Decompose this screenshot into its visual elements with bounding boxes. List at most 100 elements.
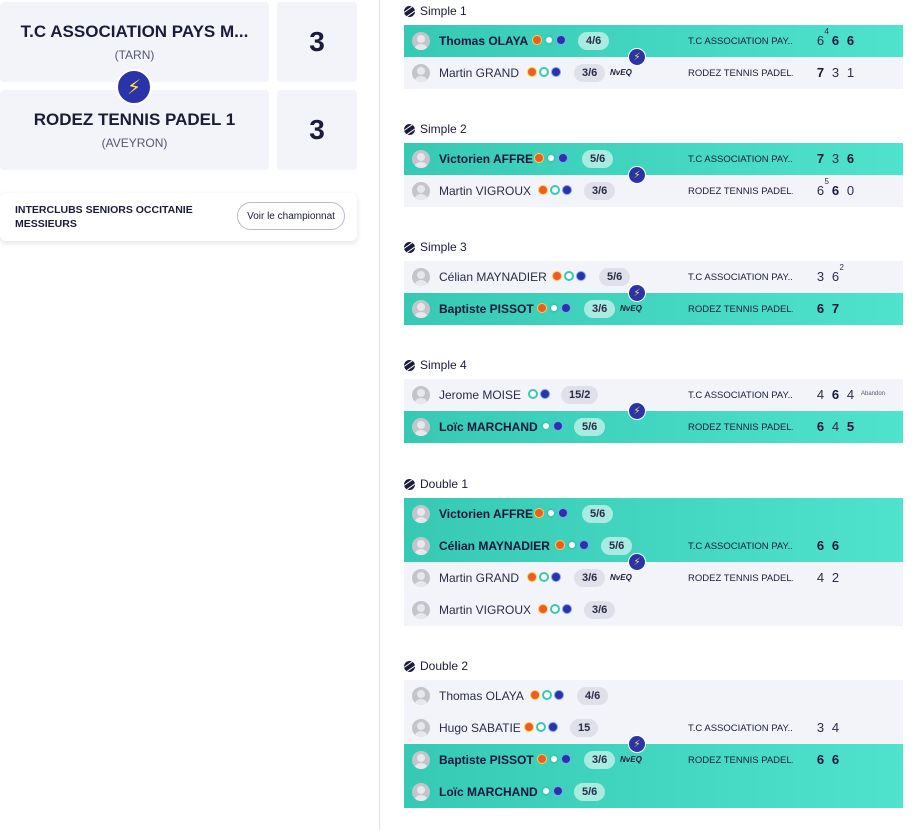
match-simple-3[interactable]: Célian MAYNADIER 5/6 T.C ASSOCIATION PAY… [404, 261, 903, 325]
avatar-icon [412, 300, 430, 318]
fire-icon [527, 67, 537, 77]
player-row[interactable]: Martin GRAND 3/6 NvEQ RODEZ TENNIS PADEL… [404, 57, 903, 89]
match-double-1[interactable]: Victorien AFFRE 5/6 Célian MAYNADIER 5/6… [404, 498, 903, 626]
dot-icon [546, 508, 556, 518]
globe-icon [540, 389, 550, 399]
player-row[interactable]: Hugo SABATIE 15 T.C ASSOCIATION PAY... 3… [404, 712, 903, 744]
player-row[interactable]: Victorien AFFRE 5/6 T.C ASSOCIATION PAY.… [404, 143, 903, 175]
player-name[interactable]: Martin VIGROUX [439, 184, 531, 198]
lightning-icon: ⚡ [628, 166, 646, 184]
globe-icon [558, 153, 568, 163]
match-double-2[interactable]: Thomas OLAYA 4/6 Hugo SABATIE 15 T.C ASS… [404, 680, 903, 808]
globe-icon [561, 303, 571, 313]
club-name: RODEZ TENNIS PADEL... [688, 755, 793, 766]
player-row[interactable]: Martin GRAND 3/6 NvEQ RODEZ TENNIS PADEL… [404, 562, 903, 594]
club-name: RODEZ TENNIS PADEL... [688, 304, 793, 315]
match-title-double-2: Double 2 [404, 658, 468, 674]
set-score: 7 [816, 65, 825, 80]
player-row[interactable]: Baptiste PISSOT 3/6 NvEQ RODEZ TENNIS PA… [404, 744, 903, 776]
set-score: 6 [831, 183, 840, 198]
home-team-name: T.C ASSOCIATION PAYS M... [20, 22, 249, 41]
globe-icon [551, 67, 561, 77]
player-name[interactable]: Thomas OLAYA [439, 34, 528, 48]
lightning-icon: ⚡ [628, 48, 646, 66]
nveq-label: NvEQ [620, 755, 642, 764]
player-row[interactable]: Victorien AFFRE 5/6 [404, 498, 903, 530]
dot-icon [544, 35, 554, 45]
dot-icon [546, 153, 556, 163]
championship-card: INTERCLUBS SENIORS OCCITANIE MESSIEURS V… [0, 193, 357, 241]
fire-icon [532, 35, 542, 45]
player-name[interactable]: Célian MAYNADIER [439, 270, 547, 284]
player-name[interactable]: Martin VIGROUX [439, 603, 531, 617]
match-title-text: Simple 4 [420, 358, 467, 372]
player-name[interactable]: Jerome MOISE [439, 388, 521, 402]
set-score: 6 [831, 752, 840, 767]
rank-badge: 5/6 [582, 505, 614, 523]
player-name[interactable]: Loïc MARCHAND [439, 785, 538, 799]
away-team-region: (AVEYRON) [101, 136, 168, 150]
player-row[interactable]: Célian MAYNADIER 5/6 T.C ASSOCIATION PAY… [404, 261, 903, 293]
dot-icon [541, 421, 551, 431]
avatar-icon [412, 386, 430, 404]
player-badges [552, 271, 586, 281]
club-name: T.C ASSOCIATION PAY... [688, 541, 793, 552]
player-name[interactable]: Baptiste PISSOT [439, 302, 534, 316]
view-championship-button[interactable]: Voir le championnat [237, 202, 345, 230]
match-simple-2[interactable]: Victorien AFFRE 5/6 T.C ASSOCIATION PAY.… [404, 143, 903, 207]
player-badges [541, 786, 563, 796]
fire-icon [552, 271, 562, 281]
avatar-icon [412, 783, 430, 801]
player-row[interactable]: Baptiste PISSOT 3/6 NvEQ RODEZ TENNIS PA… [404, 293, 903, 325]
player-row[interactable]: Loïc MARCHAND 5/6 RODEZ TENNIS PADEL... … [404, 411, 903, 443]
match-title-double-1: Double 1 [404, 476, 468, 492]
player-name[interactable]: Thomas OLAYA [439, 689, 524, 703]
player-name[interactable]: Victorien AFFRE [439, 507, 533, 521]
match-simple-1[interactable]: Thomas OLAYA 4/6 T.C ASSOCIATION PAY... … [404, 25, 903, 89]
player-badges [555, 540, 589, 550]
player-row[interactable]: Thomas OLAYA 4/6 [404, 680, 903, 712]
player-badges [528, 389, 550, 399]
set-score: 4 [816, 387, 825, 402]
player-name[interactable]: Martin GRAND [439, 66, 519, 80]
set-score: 6 [816, 538, 825, 553]
avatar-icon [412, 751, 430, 769]
player-badges [541, 421, 563, 431]
player-name[interactable]: Loïc MARCHAND [439, 420, 538, 434]
match-simple-4[interactable]: Jerome MOISE 15/2 T.C ASSOCIATION PAY...… [404, 379, 903, 443]
player-row[interactable]: Jerome MOISE 15/2 T.C ASSOCIATION PAY...… [404, 379, 903, 411]
player-name[interactable]: Hugo SABATIE [439, 721, 521, 735]
set-scores: 4 2 [816, 570, 840, 585]
player-name[interactable]: Martin GRAND [439, 571, 519, 585]
player-name[interactable]: Célian MAYNADIER [439, 539, 550, 553]
set-score: 6 [846, 33, 855, 48]
club-name: T.C ASSOCIATION PAY... [688, 390, 793, 401]
fire-icon [527, 572, 537, 582]
rank-badge: 15 [570, 719, 599, 737]
player-row[interactable]: Loïc MARCHAND 5/6 [404, 776, 903, 808]
player-name[interactable]: Victorien AFFRE [439, 152, 533, 166]
globe-icon [579, 540, 589, 550]
rank-badge: 3/6 [584, 182, 616, 200]
set-scores: 6 6 [816, 538, 840, 553]
avatar-icon [412, 569, 430, 587]
player-row[interactable]: Martin VIGROUX 3/6 RODEZ TENNIS PADEL...… [404, 175, 903, 207]
championship-label: INTERCLUBS SENIORS OCCITANIE MESSIEURS [15, 203, 215, 231]
dot-icon [541, 786, 551, 796]
rank-badge: 4/6 [577, 687, 609, 705]
club-name: T.C ASSOCIATION PAY... [688, 272, 793, 283]
tiebreak-score: 2 [839, 263, 844, 272]
set-scores: 64 6 6 [816, 27, 855, 48]
dot-icon [550, 185, 560, 195]
player-row[interactable]: Martin VIGROUX 3/6 [404, 594, 903, 626]
tennis-ball-icon [404, 359, 415, 371]
player-badges [527, 572, 561, 582]
set-score: 5 [846, 419, 855, 434]
set-score: 3 [831, 151, 840, 166]
player-row[interactable]: Célian MAYNADIER 5/6 T.C ASSOCIATION PAY… [404, 530, 903, 562]
player-row[interactable]: Thomas OLAYA 4/6 T.C ASSOCIATION PAY... … [404, 25, 903, 57]
match-title-simple-3: Simple 3 [404, 239, 467, 255]
dot-icon [549, 303, 559, 313]
player-name[interactable]: Baptiste PISSOT [439, 753, 534, 767]
tennis-ball-icon [404, 660, 415, 672]
